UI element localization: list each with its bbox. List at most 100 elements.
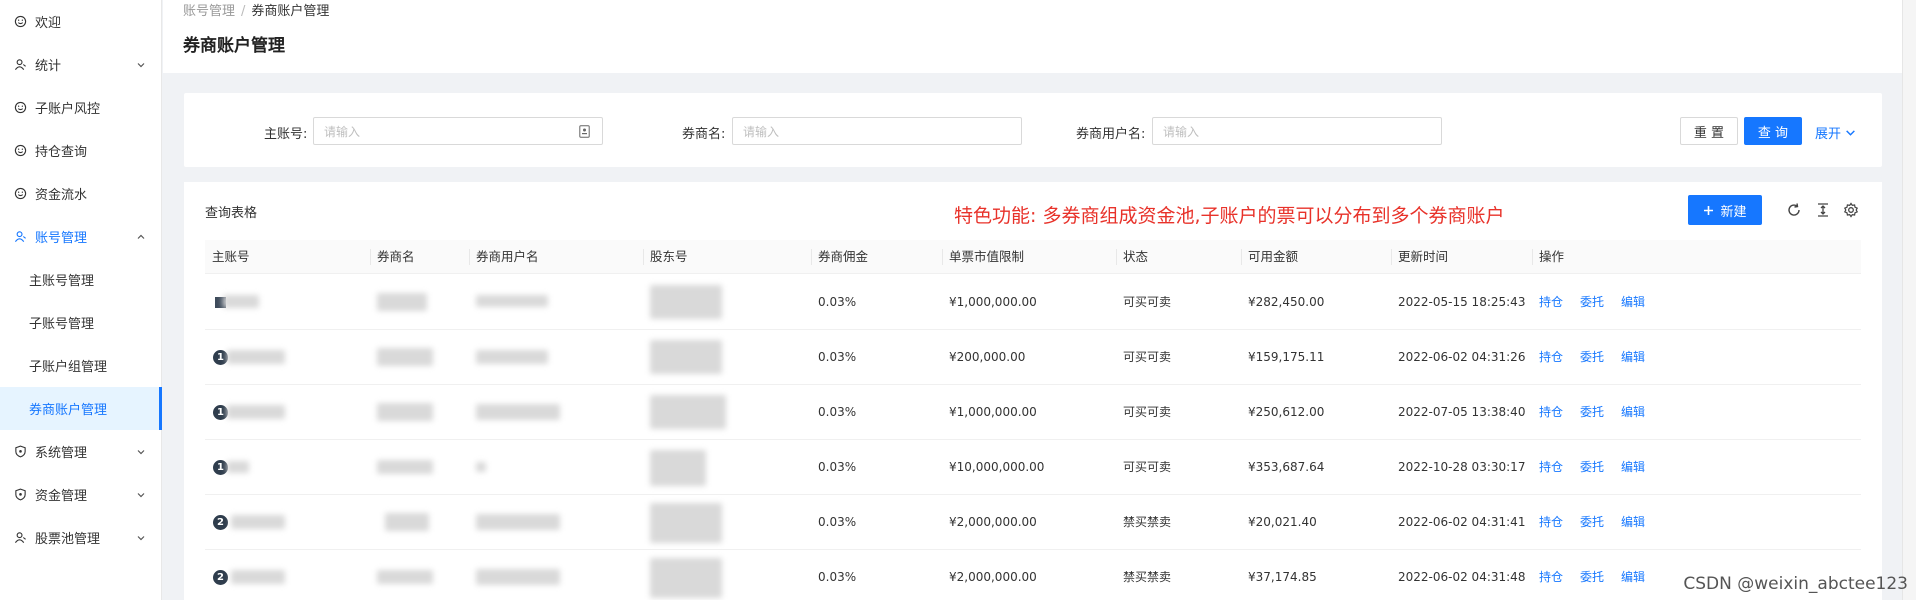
- column-divider: [370, 249, 371, 265]
- sidebar-item-broker-account[interactable]: 券商账户管理: [0, 387, 162, 430]
- edit-link[interactable]: 编辑: [1621, 550, 1645, 600]
- column-divider: [1391, 249, 1392, 265]
- commission-cell: 0.03%: [818, 295, 857, 309]
- breadcrumb-separator: /: [241, 4, 246, 19]
- page-scrollbar[interactable]: [1902, 0, 1916, 600]
- masked-shareholder-id: [650, 395, 726, 429]
- limit-cell: ¥10,000,000.00: [949, 460, 1045, 474]
- menu-item-subaccount-risk[interactable]: 子账户风控: [0, 86, 162, 129]
- masked-main-account: [223, 295, 259, 308]
- sidebar-item-main-account[interactable]: 主账号管理: [0, 258, 162, 301]
- table-row: 2 0.03% ¥2,000,000.00 禁买禁卖 ¥37,174.85 20…: [205, 550, 1861, 600]
- table-row: 0.03% ¥1,000,000.00 可买可卖 ¥282,450.00 202…: [205, 275, 1861, 330]
- expand-link[interactable]: 展开: [1815, 123, 1856, 142]
- group-badge: 1: [213, 460, 228, 475]
- positions-link[interactable]: 持仓: [1539, 550, 1563, 600]
- breadcrumb-item-current: 券商账户管理: [251, 4, 330, 19]
- plus-icon: [1704, 205, 1714, 215]
- broker-name-input[interactable]: 请输入: [732, 117, 1022, 145]
- masked-main-account: [231, 515, 285, 529]
- menu-label: 统计: [35, 59, 62, 74]
- new-button[interactable]: 新建: [1688, 195, 1762, 225]
- broker-username-input[interactable]: 请输入: [1152, 117, 1442, 145]
- broker-name-placeholder: 请输入: [743, 124, 780, 139]
- column-header: 股东号: [650, 249, 688, 264]
- shield-icon: [13, 445, 27, 459]
- status-cell: 可买可卖: [1123, 405, 1172, 419]
- positions-link[interactable]: 持仓: [1539, 495, 1563, 550]
- masked-shareholder-id: [650, 285, 722, 319]
- orders-link[interactable]: 委托: [1580, 550, 1604, 600]
- status-cell: 禁买禁卖: [1123, 515, 1172, 529]
- updated-cell: 2022-06-02 04:31:26: [1398, 350, 1526, 364]
- menu-label: 股票池管理: [35, 532, 101, 547]
- column-divider: [811, 249, 812, 265]
- menu-item-funds[interactable]: 资金管理: [0, 473, 162, 516]
- group-badge: 1: [213, 350, 228, 365]
- menu-item-system[interactable]: 系统管理: [0, 430, 162, 473]
- column-height-icon[interactable]: [1815, 202, 1831, 218]
- expand-label: 展开: [1815, 127, 1842, 142]
- positions-link[interactable]: 持仓: [1539, 275, 1563, 330]
- available-cell: ¥250,612.00: [1248, 405, 1325, 419]
- updated-cell: 2022-05-15 18:25:43: [1398, 295, 1526, 309]
- edit-link[interactable]: 编辑: [1621, 330, 1645, 385]
- orders-link[interactable]: 委托: [1580, 275, 1604, 330]
- table-header: 主账号 券商名 券商用户名 股东号 券商佣金 单票市值限制 状态 可用金额 更新…: [205, 240, 1861, 274]
- commission-cell: 0.03%: [818, 350, 857, 364]
- edit-link[interactable]: 编辑: [1621, 495, 1645, 550]
- watermark: CSDN @weixin_abctee123: [1683, 574, 1908, 594]
- edit-link[interactable]: 编辑: [1621, 385, 1645, 440]
- status-cell: 可买可卖: [1123, 460, 1172, 474]
- orders-link[interactable]: 委托: [1580, 385, 1604, 440]
- positions-link[interactable]: 持仓: [1539, 440, 1563, 495]
- sidebar: 欢迎 统计 子账户风控 持仓查询 资金流水 账号管理 主账号管理 子账号管理 子…: [0, 0, 162, 600]
- updated-cell: 2022-10-28 03:30:17: [1398, 460, 1526, 474]
- query-button[interactable]: 查 询: [1744, 117, 1802, 145]
- table-row: 1 0.03% ¥10,000,000.00 可买可卖 ¥353,687.64 …: [205, 440, 1861, 495]
- edit-link[interactable]: 编辑: [1621, 275, 1645, 330]
- menu-label: 子账户风控: [35, 102, 101, 117]
- column-divider: [469, 249, 470, 265]
- menu-item-stats[interactable]: 统计: [0, 43, 162, 86]
- chevron-up-icon: [137, 234, 145, 239]
- reset-button[interactable]: 重 置: [1680, 117, 1738, 145]
- orders-link[interactable]: 委托: [1580, 440, 1604, 495]
- masked-main-account: [227, 405, 285, 419]
- status-cell: 可买可卖: [1123, 295, 1172, 309]
- updated-cell: 2022-06-02 04:31:41: [1398, 515, 1526, 529]
- masked-shareholder-id: [650, 450, 706, 486]
- column-header: 券商名: [377, 249, 415, 264]
- reload-icon[interactable]: [1786, 202, 1802, 218]
- main-account-input[interactable]: 请输入: [313, 117, 603, 145]
- sidebar-item-sub-account[interactable]: 子账号管理: [0, 301, 162, 344]
- masked-broker-name: [377, 570, 433, 584]
- orders-link[interactable]: 委托: [1580, 495, 1604, 550]
- edit-link[interactable]: 编辑: [1621, 440, 1645, 495]
- table-row: 1 0.03% ¥200,000.00 可买可卖 ¥159,175.11 202…: [205, 330, 1861, 385]
- user-stat-icon: [13, 58, 27, 72]
- breadcrumb-item-account[interactable]: 账号管理: [183, 4, 235, 19]
- main-account-placeholder: 请输入: [324, 124, 361, 139]
- menu-item-stock-pool[interactable]: 股票池管理: [0, 516, 162, 559]
- new-button-label: 新建: [1720, 204, 1747, 220]
- smile-icon: [13, 187, 27, 201]
- menu-item-welcome[interactable]: 欢迎: [0, 0, 162, 43]
- orders-link[interactable]: 委托: [1580, 330, 1604, 385]
- positions-link[interactable]: 持仓: [1539, 330, 1563, 385]
- smile-icon: [13, 144, 27, 158]
- menu-item-positions[interactable]: 持仓查询: [0, 129, 162, 172]
- masked-main-account: [227, 350, 285, 364]
- masked-broker-name: [377, 293, 427, 311]
- updated-cell: 2022-06-02 04:31:48: [1398, 570, 1526, 584]
- gear-icon[interactable]: [1843, 202, 1859, 218]
- menu-label: 系统管理: [35, 446, 88, 461]
- submenu-label: 主账号管理: [29, 274, 95, 289]
- shield-icon: [13, 488, 27, 502]
- status-cell: 可买可卖: [1123, 350, 1172, 364]
- menu-item-cashflow[interactable]: 资金流水: [0, 172, 162, 215]
- positions-link[interactable]: 持仓: [1539, 385, 1563, 440]
- menu-item-account-management[interactable]: 账号管理: [0, 215, 162, 258]
- sidebar-item-sub-account-group[interactable]: 子账户组管理: [0, 344, 162, 387]
- table-row: 1 0.03% ¥1,000,000.00 可买可卖 ¥250,612.00 2…: [205, 385, 1861, 440]
